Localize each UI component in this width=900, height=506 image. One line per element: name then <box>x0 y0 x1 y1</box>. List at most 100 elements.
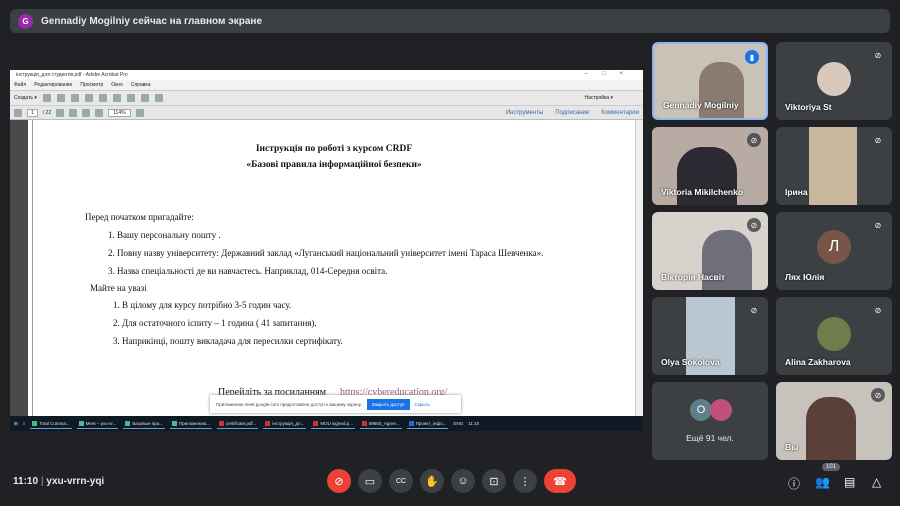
captions-button[interactable]: CC <box>389 469 413 493</box>
participant-tile[interactable]: Л ⊘ Лях Юлія <box>776 212 892 290</box>
camera-icon: ▭ <box>364 475 376 488</box>
zoom-select[interactable]: 114% <box>108 108 131 117</box>
search-icon[interactable]: ⌕ <box>23 421 26 426</box>
start-icon[interactable]: ⊞ <box>14 421 18 427</box>
menu-edit[interactable]: Редактирование <box>34 82 72 88</box>
menu-help[interactable]: Справка <box>131 82 151 88</box>
avatar <box>817 62 851 96</box>
mic-off-icon: ⊘ <box>871 133 885 147</box>
list-item: 3. Назва спеціальності де ви навчаєтесь.… <box>108 266 388 276</box>
list-item: 1. В цілому для курсу потрібно 3-5 годин… <box>113 300 292 310</box>
create-button[interactable]: Создать ▾ <box>14 95 37 101</box>
mic-off-icon: ⊘ <box>871 48 885 62</box>
chat-icon[interactable]: ▤ <box>844 475 855 489</box>
raise-hand-button[interactable]: ✋ <box>420 469 444 493</box>
menu-file[interactable]: Файл <box>14 82 26 88</box>
share-notice-text: Приложению meet.google.com предоставлен … <box>216 401 362 407</box>
taskbar-item[interactable]: Проект_інфо... <box>406 418 449 429</box>
taskbar-item[interactable]: Meet – yxu-vr... <box>76 418 119 429</box>
emoji-icon: ☺ <box>457 475 469 487</box>
participant-tile[interactable]: ⊘ Viktoriya St <box>776 42 892 120</box>
save-icon[interactable] <box>56 94 65 102</box>
screen-share-notice: Приложению meet.google.com предоставлен … <box>210 395 461 413</box>
menu-window[interactable]: Окно <box>111 82 123 88</box>
gear-icon[interactable] <box>112 94 121 102</box>
participant-tile[interactable]: ⊘ Ірина <box>776 127 892 205</box>
more-participants-tile[interactable]: О Ещё 91 чел. <box>652 382 768 460</box>
list-item: 3. Наприкінці, пошту викладача для перес… <box>113 336 343 346</box>
print-icon[interactable] <box>70 94 79 102</box>
taskbar-item[interactable]: certificate.pdf... <box>216 418 259 429</box>
hide-link[interactable]: Скрыть <box>415 402 430 407</box>
zoom-out-icon[interactable] <box>82 108 91 117</box>
avatar: Л <box>817 230 851 264</box>
mic-off-icon: ⊘ <box>871 218 885 232</box>
participant-tile[interactable]: ⊘ Olya Sokolova <box>652 297 768 375</box>
menu-view[interactable]: Просмотр <box>80 82 103 88</box>
fit-icon[interactable] <box>135 108 144 117</box>
participant-tile[interactable]: ⊘ Вікторія Насвіт <box>652 212 768 290</box>
select-icon[interactable] <box>56 108 65 117</box>
activities-icon[interactable]: △ <box>872 475 881 489</box>
sign-link[interactable]: Подписание <box>555 110 589 116</box>
more-options-button[interactable]: ⋮ <box>513 469 537 493</box>
mic-off-button[interactable]: ⊘ <box>327 469 351 493</box>
page-input[interactable]: 1 <box>27 108 38 117</box>
list-item: 1. Вашу персональну пошту . <box>108 230 221 240</box>
meeting-time: 11:10 <box>13 476 39 487</box>
taskbar-item[interactable]: Приложению... <box>169 418 212 429</box>
taskbar-item[interactable]: 69660_Agree... <box>359 418 402 429</box>
mail-icon[interactable] <box>98 94 107 102</box>
leave-call-button[interactable]: ☎ <box>544 469 576 493</box>
pdf-page: Інструкція по роботі з курсом CRDF «Базо… <box>32 120 635 416</box>
zoom-in-icon[interactable] <box>95 108 104 117</box>
camera-button[interactable]: ▭ <box>358 469 382 493</box>
page-down-icon[interactable] <box>14 108 22 117</box>
speaking-icon: ▮ <box>745 50 759 64</box>
taskbar-item[interactable]: інструкція_дл... <box>263 418 307 429</box>
participant-tile[interactable]: ▮ Gennadiy Mogilniy <box>652 42 768 120</box>
pdf-icon[interactable] <box>154 94 163 102</box>
scrollbar[interactable] <box>635 120 643 416</box>
presenting-banner: G Gennadiy Mogilniy сейчас на главном эк… <box>10 9 890 33</box>
tools-link[interactable]: Инструменты <box>506 110 543 116</box>
hand-icon[interactable] <box>69 108 78 117</box>
taskbar-clock[interactable]: 11:10 <box>468 421 479 426</box>
avatar: G <box>18 13 33 29</box>
participant-tile[interactable]: ⊘ Viktoria Mikilchenko <box>652 127 768 205</box>
meeting-controls-bar: 11:10 | yxu-vrrn-yqi ⊘ ▭ CC ✋ ☺ ⊡ ⋮ ☎ ⓘ … <box>13 463 882 493</box>
comment-icon[interactable] <box>126 94 135 102</box>
doc-subtitle: «Базові правила інформаційної безпеки» <box>246 160 422 170</box>
stop-sharing-button[interactable]: Закрыть доступ <box>366 398 410 410</box>
reactions-button[interactable]: ☺ <box>451 469 475 493</box>
language-indicator[interactable]: ENG <box>453 421 463 426</box>
highlight-icon[interactable] <box>140 94 149 102</box>
present-icon: ⊡ <box>489 475 499 488</box>
mic-off-icon: ⊘ <box>334 475 344 488</box>
window-title: інструкція_для студентів.pdf - Adobe Acr… <box>16 72 128 78</box>
people-icon[interactable]: 👥 <box>815 475 830 489</box>
comments-link[interactable]: Комментарии <box>601 110 639 116</box>
doc-title: Інструкція по роботі з курсом CRDF <box>255 144 413 154</box>
open-icon[interactable] <box>42 94 51 102</box>
taskbar-item[interactable]: Total Comma... <box>30 418 72 429</box>
avatar <box>817 317 851 351</box>
edit-icon[interactable] <box>84 94 93 102</box>
self-tile[interactable]: ⊘ Вы <box>776 382 892 460</box>
window-controls[interactable]: –□× <box>585 71 637 77</box>
present-button[interactable]: ⊡ <box>482 469 506 493</box>
settings-dropdown[interactable]: Настройка ▾ <box>584 95 613 101</box>
mic-off-icon: ⊘ <box>871 388 885 402</box>
info-icon[interactable]: ⓘ <box>788 475 800 492</box>
participant-tile[interactable]: ⊘ Alina Zakharova <box>776 297 892 375</box>
taskbar-item[interactable]: MOU signed.p... <box>311 418 355 429</box>
mic-off-icon: ⊘ <box>747 218 761 232</box>
navigation-panel[interactable] <box>10 120 28 416</box>
mic-off-icon: ⊘ <box>747 133 761 147</box>
more-vert-icon: ⋮ <box>519 475 531 488</box>
taskbar-item[interactable]: Базовые пра... <box>123 418 165 429</box>
doc-intro: Перед початком пригадайте: <box>85 212 194 222</box>
doc-note: Майте на увазі <box>90 283 147 293</box>
page-total: / 22 <box>42 109 52 116</box>
list-item: 2. Повну назву університету: Державний з… <box>108 248 544 258</box>
